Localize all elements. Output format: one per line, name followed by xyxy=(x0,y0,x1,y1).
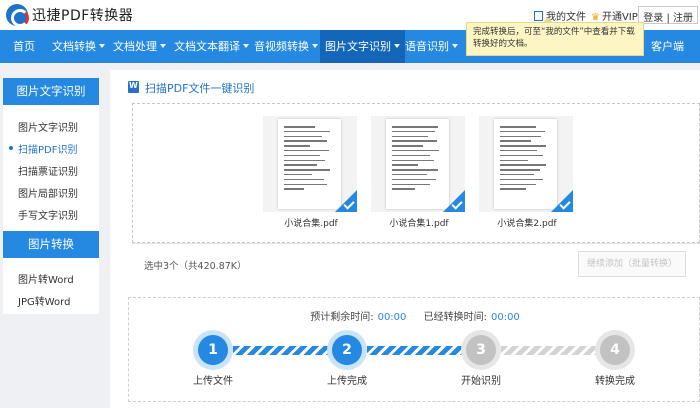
step-4: 4 xyxy=(595,330,635,370)
word-icon xyxy=(128,81,139,93)
time-readout: 预计剩余时间: 00:00 已经转换时间: 00:00 xyxy=(129,308,700,323)
remaining-time-label: 预计剩余时间: xyxy=(310,312,374,323)
pdf-page-preview xyxy=(386,119,449,209)
remaining-time-value: 00:00 xyxy=(377,312,407,323)
step-3-label: 开始识别 xyxy=(461,376,501,387)
login-link[interactable]: 登录 xyxy=(643,13,663,24)
file-thumbnail[interactable] xyxy=(371,116,465,212)
auth-box: 登录 | 注册 xyxy=(638,6,698,24)
nav-home[interactable]: 首页 xyxy=(13,30,35,63)
sidebar-item-scan-pdf[interactable]: 扫描PDF识别 xyxy=(8,141,77,156)
step-2: 2 xyxy=(327,330,367,370)
document-icon xyxy=(534,11,543,21)
my-files-link[interactable]: 我的文件 xyxy=(534,8,586,23)
sidebar-item-image-ocr[interactable]: 图片文字识别 xyxy=(18,119,78,134)
register-link[interactable]: 注册 xyxy=(673,13,693,24)
vip-link[interactable]: ♛ 开通VIP xyxy=(591,8,638,23)
sidebar-item-partial-ocr[interactable]: 图片局部识别 xyxy=(18,185,78,200)
nav-av-convert[interactable]: 音视频转换 xyxy=(254,30,318,63)
caret-down-icon xyxy=(99,44,105,48)
selection-summary-row: 选中3个（共420.87K） 继续添加（批量转换） xyxy=(132,243,700,285)
nav-image-ocr[interactable]: 图片文字识别 xyxy=(320,30,405,63)
file-thumbnail[interactable] xyxy=(263,116,357,212)
caret-down-icon xyxy=(452,44,458,48)
step-1: 1 xyxy=(193,330,233,370)
nav-doc-convert[interactable]: 文档转换 xyxy=(52,30,105,63)
nav-client[interactable]: 客户端 xyxy=(651,30,684,63)
continue-add-button[interactable]: 继续添加（批量转换） xyxy=(578,251,686,277)
step-4-label: 转换完成 xyxy=(595,376,635,387)
sidebar-group-ocr-title: 图片文字识别 xyxy=(3,78,99,105)
step-3: 3 xyxy=(461,330,501,370)
nav-doc-process[interactable]: 文档处理 xyxy=(113,30,166,63)
main-panel: 扫描PDF文件一键识别 小说合集.pdf 小说合集1.pdf 小说合集2.pdf xyxy=(110,70,700,408)
file-dropzone[interactable]: 小说合集.pdf 小说合集1.pdf 小说合集2.pdf xyxy=(132,103,700,243)
sidebar-item-image-to-word[interactable]: 图片转Word xyxy=(18,271,74,286)
caret-down-icon xyxy=(160,44,166,48)
step-2-label: 上传完成 xyxy=(327,376,367,387)
sidebar-item-ticket-ocr[interactable]: 扫描票证识别 xyxy=(18,163,78,178)
sidebar: 图片文字识别 图片文字识别 扫描PDF识别 扫描票证识别 图片局部识别 手写文字… xyxy=(3,78,99,314)
app-title: 迅捷PDF转换器 xyxy=(32,8,134,24)
elapsed-time-label: 已经转换时间: xyxy=(423,312,487,323)
sidebar-item-handwriting[interactable]: 手写文字识别 xyxy=(18,207,78,222)
caret-down-icon xyxy=(312,44,318,48)
my-files-tooltip: 完成转换后，可至“我的文件”中查看并下载转换好的文档。 xyxy=(466,17,644,56)
elapsed-time-value: 00:00 xyxy=(490,312,520,323)
app-logo-icon xyxy=(6,4,29,27)
file-name: 小说合集1.pdf xyxy=(389,219,449,229)
nav-translate[interactable]: 文档文本翻译 xyxy=(174,30,249,63)
file-name: 小说合集.pdf xyxy=(284,219,338,229)
auth-separator: | xyxy=(666,13,670,24)
caret-down-icon xyxy=(243,44,249,48)
sidebar-item-jpg-to-word[interactable]: JPG转Word xyxy=(18,293,70,308)
selection-summary: 选中3个（共420.87K） xyxy=(144,261,247,272)
pdf-page-preview xyxy=(494,119,557,209)
conversion-progress: 预计剩余时间: 00:00 已经转换时间: 00:00 1 2 3 4 上传文件 上… xyxy=(128,297,700,402)
pdf-page-preview xyxy=(278,119,341,209)
file-thumbnail[interactable] xyxy=(479,116,573,212)
file-name: 小说合集2.pdf xyxy=(497,219,557,229)
caret-down-icon xyxy=(394,44,400,48)
nav-speech[interactable]: 语音识别 xyxy=(405,30,458,63)
step-1-label: 上传文件 xyxy=(193,376,233,387)
sidebar-group-convert-title: 图片转换 xyxy=(3,231,99,258)
